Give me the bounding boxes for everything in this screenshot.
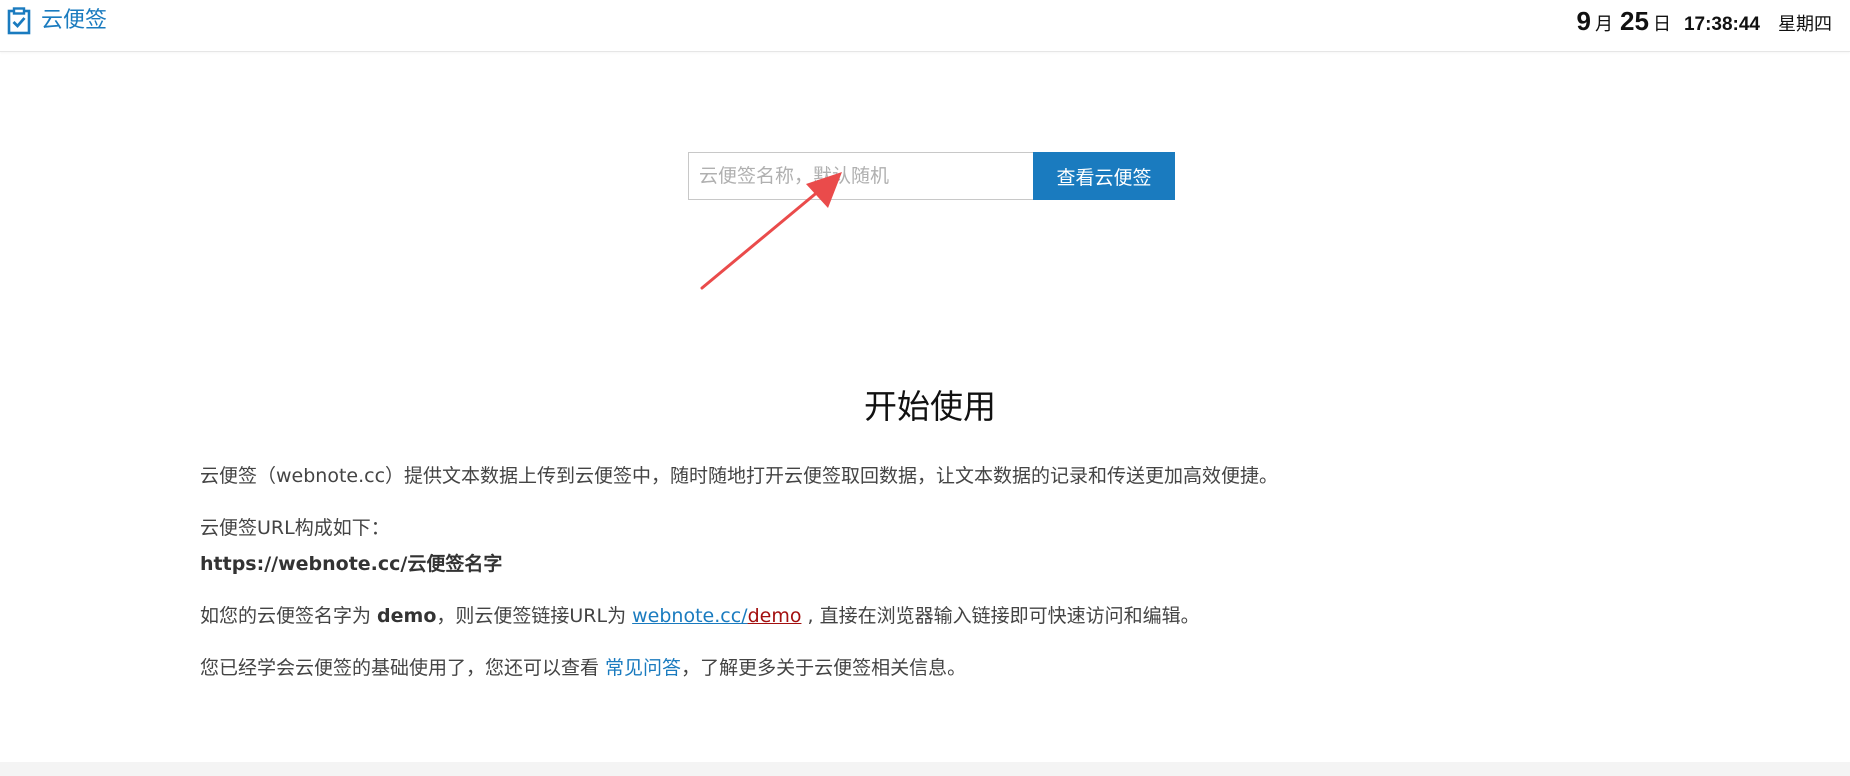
date-month: 9: [1576, 6, 1592, 36]
footer-band: [0, 762, 1850, 776]
clipboard-check-icon: [7, 7, 31, 35]
faq-link[interactable]: 常见问答: [605, 657, 681, 679]
red-arrow-icon: [700, 172, 842, 290]
example-suffix: , 直接在浏览器输入链接即可快速访问和编辑。: [801, 605, 1200, 627]
example-middle: ，则云便签链接URL为: [436, 605, 633, 627]
example-link[interactable]: webnote.cc/demo: [632, 605, 801, 627]
url-structure-label: 云便签URL构成如下：: [200, 517, 390, 539]
intro-section: 云便签（webnote.cc）提供文本数据上传到云便签中，随时随地打开云便签取回…: [200, 458, 1700, 686]
brand-link[interactable]: 云便签: [7, 7, 107, 35]
learn-more-line: 您已经学会云便签的基础使用了，您还可以查看 常见问答，了解更多关于云便签相关信息…: [200, 650, 1700, 686]
learn-suffix: ，了解更多关于云便签相关信息。: [681, 657, 967, 679]
example-link-name: demo: [747, 605, 802, 627]
example-line: 如您的云便签名字为 demo，则云便签链接URL为 webnote.cc/dem…: [200, 598, 1700, 634]
date-day: 25: [1620, 6, 1649, 36]
intro-description: 云便签（webnote.cc）提供文本数据上传到云便签中，随时随地打开云便签取回…: [200, 465, 1279, 487]
date-month-unit: 月: [1595, 14, 1614, 35]
intro-title: 开始使用: [864, 387, 996, 426]
view-note-button[interactable]: 查看云便签: [1033, 152, 1175, 200]
date-day-unit: 日: [1652, 14, 1671, 35]
example-prefix: 如您的云便签名字为: [200, 605, 378, 627]
url-pattern: https://webnote.cc/云便签名字: [200, 553, 503, 575]
example-name: demo: [377, 605, 437, 627]
top-bar: 云便签 9 月 25 日 17:38:44 星期四: [0, 0, 1850, 52]
current-datetime: 9 月 25 日 17:38:44 星期四: [1577, 6, 1832, 37]
brand-name: 云便签: [41, 8, 108, 33]
learn-prefix: 您已经学会云便签的基础使用了，您还可以查看: [200, 657, 606, 679]
weekday: 星期四: [1778, 14, 1832, 35]
example-link-base: webnote.cc/: [632, 605, 748, 627]
current-time: 17:38:44: [1683, 14, 1760, 35]
